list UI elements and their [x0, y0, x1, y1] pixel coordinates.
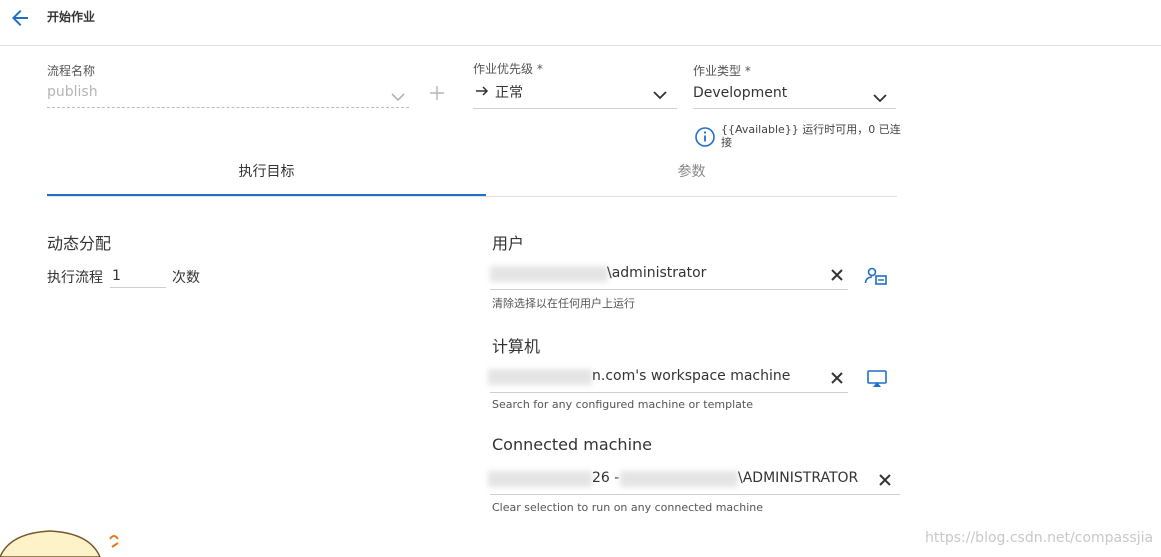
connected-machine-value-part1[interactable]: 26 -	[592, 470, 619, 486]
machine-value[interactable]: n.com's workspace machine	[592, 368, 790, 384]
machine-underline	[490, 392, 848, 393]
redacted-block	[490, 266, 608, 282]
machine-title: 计算机	[492, 337, 541, 356]
connected-machine-hint: Clear selection to run on any connected …	[492, 501, 763, 514]
page-title: 开始作业	[47, 10, 96, 24]
watermark: https://blog.csdn.net/compassjia	[925, 530, 1154, 546]
priority-label: 作业优先级 *	[473, 62, 543, 76]
redacted-block	[488, 369, 592, 385]
process-name-value[interactable]: publish	[47, 84, 98, 100]
user-hint: 清除选择以在任何用户上运行	[492, 297, 635, 310]
info-icon	[694, 126, 716, 148]
job-type-underline	[693, 108, 896, 109]
machine-picker-icon[interactable]	[866, 369, 890, 391]
process-name-underline	[47, 107, 409, 108]
dynamic-allocation-title: 动态分配	[47, 234, 112, 253]
mascot-sticker-icon	[0, 525, 140, 557]
redacted-block	[620, 471, 738, 487]
job-type-value[interactable]: Development	[693, 85, 787, 101]
user-picker-icon[interactable]	[864, 266, 888, 288]
tab-execution-target[interactable]: 执行目标	[47, 152, 486, 196]
times-label: 次数	[172, 270, 200, 286]
connected-machine-underline	[490, 494, 900, 495]
clear-machine-icon[interactable]	[830, 370, 844, 384]
availability-info: {{Available}} 运行时可用，0 已连接	[721, 123, 901, 149]
page-header: 开始作业	[0, 0, 1161, 46]
priority-value[interactable]: 正常	[495, 82, 523, 102]
connected-machine-value-part2[interactable]: \ADMINISTRATOR	[738, 470, 858, 486]
tab-divider	[47, 196, 897, 197]
priority-underline	[473, 108, 677, 109]
connected-machine-title: Connected machine	[492, 435, 652, 454]
clear-user-icon[interactable]	[830, 267, 844, 281]
arrow-right-icon	[473, 82, 491, 100]
run-count-input[interactable]	[110, 264, 166, 288]
user-value[interactable]: \administrator	[607, 265, 706, 281]
add-icon[interactable]	[428, 84, 446, 102]
chevron-down-icon[interactable]	[652, 86, 668, 100]
process-name-label: 流程名称	[47, 64, 96, 78]
machine-hint: Search for any configured machine or tem…	[492, 398, 753, 411]
redacted-block	[488, 471, 592, 487]
back-arrow-icon[interactable]	[8, 6, 32, 30]
job-type-label: 作业类型 *	[693, 64, 751, 78]
chevron-down-icon[interactable]	[872, 89, 888, 103]
user-underline	[490, 289, 848, 290]
chevron-down-icon[interactable]	[390, 88, 406, 102]
run-process-label: 执行流程	[47, 270, 103, 286]
clear-connected-machine-icon[interactable]	[878, 472, 892, 486]
tab-parameters[interactable]: 参数	[486, 152, 897, 196]
user-title: 用户	[492, 234, 525, 253]
